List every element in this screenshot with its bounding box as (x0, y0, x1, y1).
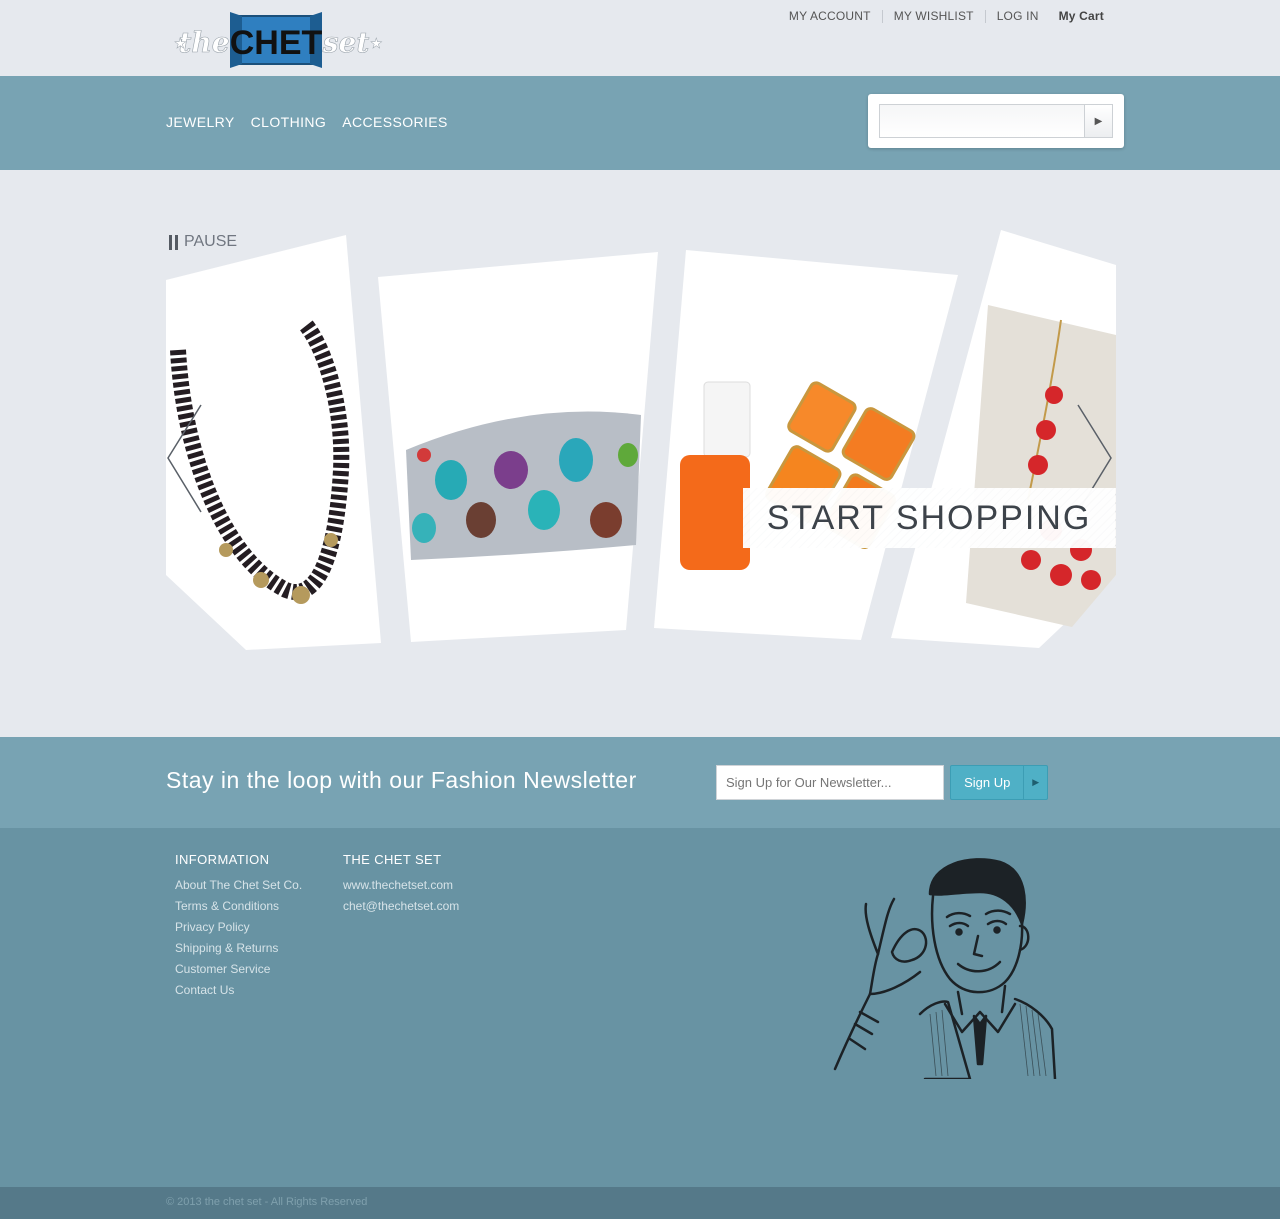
footer-information-heading: INFORMATION (175, 852, 270, 867)
nav-accessories[interactable]: ACCESSORIES (342, 114, 448, 130)
footer-link-contact[interactable]: Contact Us (175, 983, 302, 997)
newsletter-title: Stay in the loop with our Fashion Newsle… (166, 767, 637, 793)
chet-set-logo[interactable]: CHET the set ★ ★ (166, 10, 388, 70)
main-navigation-bar: JEWELRY CLOTHING ACCESSORIES ▶ (0, 76, 1280, 170)
play-arrow-icon: ▶ (1094, 115, 1103, 127)
svg-text:CHET: CHET (230, 24, 323, 62)
start-shopping-button[interactable]: START SHOPPING (743, 488, 1115, 548)
signup-label: Sign Up (964, 775, 1011, 790)
newsletter-email-input[interactable] (716, 765, 944, 800)
category-nav: JEWELRY CLOTHING ACCESSORIES (166, 114, 448, 130)
slide-jeweled-bracelet[interactable] (378, 252, 658, 642)
search-panel: ▶ (868, 94, 1124, 148)
nav-clothing[interactable]: CLOTHING (251, 114, 327, 130)
account-links: MY ACCOUNT MY WISHLIST LOG IN My Cart (789, 9, 1104, 23)
svg-text:★: ★ (174, 35, 187, 51)
copyright-bar: © 2013 the chet set - All Rights Reserve… (0, 1187, 1280, 1219)
footer-link-about[interactable]: About The Chet Set Co. (175, 878, 302, 892)
nav-jewelry[interactable]: JEWELRY (166, 114, 235, 130)
product-slider[interactable] (166, 230, 1116, 655)
log-in-link[interactable]: LOG IN (997, 9, 1039, 23)
site-footer: INFORMATION About The Chet Set Co. Terms… (0, 828, 1280, 1187)
newsletter-bar: Stay in the loop with our Fashion Newsle… (0, 737, 1280, 828)
footer-chet-set-column: THE CHET SET www.thechetset.com chet@the… (343, 852, 459, 920)
start-shopping-label: START SHOPPING (766, 498, 1092, 537)
newsletter-signup-button[interactable]: Sign Up ▶ (950, 765, 1048, 800)
footer-link-privacy[interactable]: Privacy Policy (175, 920, 302, 934)
divider (984, 9, 986, 23)
svg-text:set: set (322, 26, 370, 59)
footer-chet-set-heading: THE CHET SET (343, 852, 442, 867)
footer-link-shipping[interactable]: Shipping & Returns (175, 941, 302, 955)
copyright-text: © 2013 the chet set - All Rights Reserve… (166, 1196, 368, 1208)
search-input[interactable] (879, 104, 1086, 138)
search-submit-button[interactable]: ▶ (1084, 104, 1113, 138)
my-cart-link[interactable]: My Cart (1059, 9, 1104, 23)
footer-information-column: INFORMATION About The Chet Set Co. Terms… (175, 852, 302, 1004)
my-wishlist-link[interactable]: MY WISHLIST (894, 9, 974, 23)
play-arrow-icon: ▶ (1023, 766, 1047, 799)
divider (881, 9, 883, 23)
footer-link-website[interactable]: www.thechetset.com (343, 878, 459, 892)
slide-black-bead-necklace[interactable] (166, 235, 381, 650)
top-header: CHET the set ★ ★ MY ACCOUNT MY WISHLIST … (0, 0, 1280, 76)
footer-link-email[interactable]: chet@thechetset.com (343, 899, 459, 913)
footer-link-customer-service[interactable]: Customer Service (175, 962, 302, 976)
svg-text:★: ★ (370, 35, 383, 51)
footer-link-terms[interactable]: Terms & Conditions (175, 899, 302, 913)
my-account-link[interactable]: MY ACCOUNT (789, 9, 871, 23)
chet-mascot-illustration (833, 858, 1057, 1079)
